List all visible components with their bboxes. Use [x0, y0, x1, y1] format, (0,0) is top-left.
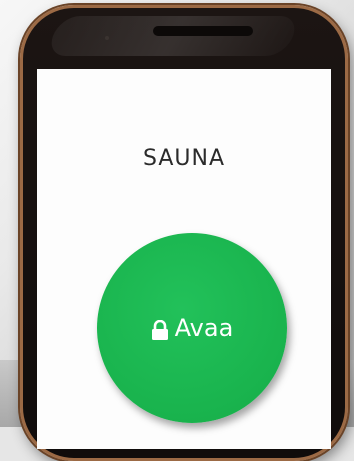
lock-icon — [151, 318, 169, 340]
earpiece-speaker — [153, 26, 253, 36]
open-door-button[interactable]: Avaa — [97, 233, 287, 423]
front-camera-icon — [105, 36, 109, 40]
app-screen: SAUNA Avaa — [37, 69, 331, 449]
page-title: SAUNA — [142, 146, 226, 171]
phone-glare — [45, 16, 301, 56]
open-button-content: Avaa — [151, 314, 234, 342]
open-button-label: Avaa — [174, 314, 234, 342]
phone-mockup: SAUNA Avaa — [20, 5, 348, 461]
